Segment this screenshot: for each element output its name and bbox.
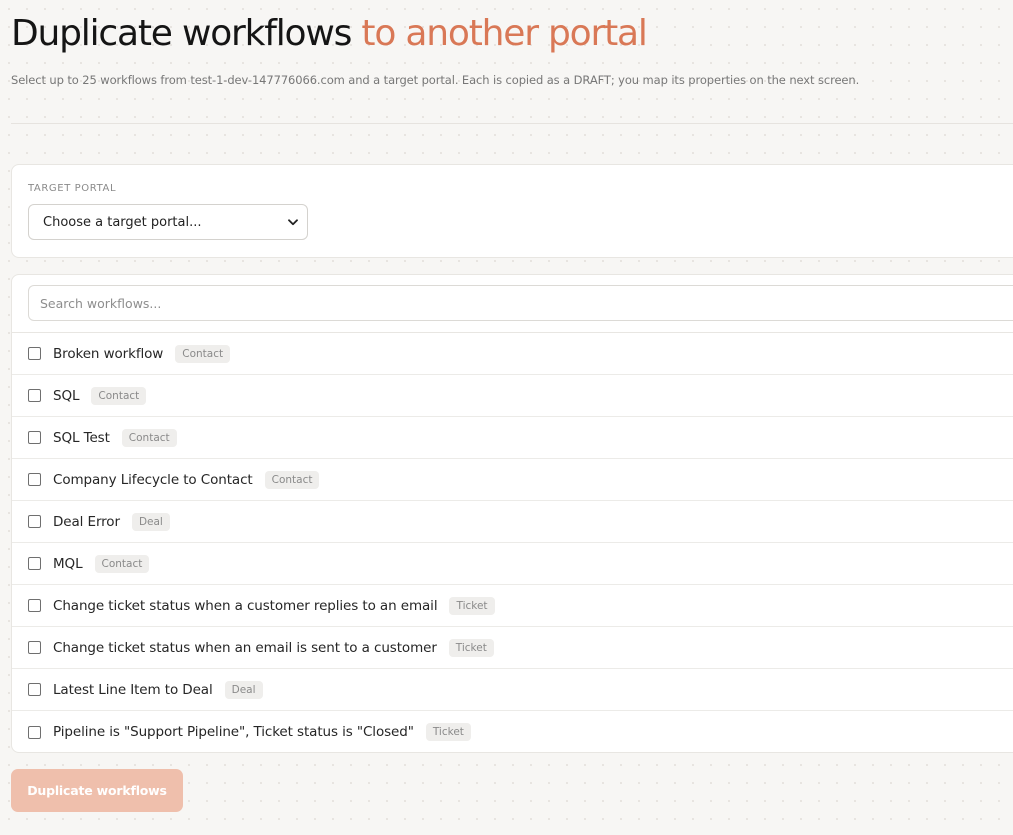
workflow-row[interactable]: MQL Contact — [12, 543, 1013, 585]
workflow-name: Latest Line Item to Deal — [53, 681, 213, 698]
workflow-list: Broken workflow Contact SQL Contact SQL Test… — [12, 333, 1013, 752]
page-title: Duplicate workflows to another portal — [11, 12, 648, 56]
target-portal-card: TARGET PORTAL Choose a target portal... — [11, 164, 1013, 258]
search-workflows-input[interactable] — [28, 285, 1013, 321]
workflow-name: SQL — [53, 387, 80, 404]
object-type-badge: Contact — [121, 428, 177, 447]
workflow-row[interactable]: SQL Contact — [12, 375, 1013, 417]
workflow-checkbox[interactable] — [28, 683, 41, 696]
workflow-checkbox[interactable] — [28, 473, 41, 486]
object-type-badge: Contact — [91, 386, 147, 405]
object-type-badge: Ticket — [448, 638, 494, 657]
object-type-badge: Contact — [94, 554, 150, 573]
workflow-row[interactable]: Latest Line Item to Deal Deal — [12, 669, 1013, 711]
workflow-checkbox[interactable] — [28, 347, 41, 360]
workflow-checkbox[interactable] — [28, 557, 41, 570]
workflow-checkbox[interactable] — [28, 515, 41, 528]
workflow-name: Change ticket status when an email is se… — [53, 639, 437, 656]
workflow-row[interactable]: Change ticket status when a customer rep… — [12, 585, 1013, 627]
object-type-badge: Contact — [175, 344, 231, 363]
workflow-checkbox[interactable] — [28, 599, 41, 612]
workflow-checkbox[interactable] — [28, 389, 41, 402]
object-type-badge: Deal — [131, 512, 170, 531]
workflow-name: Company Lifecycle to Contact — [53, 471, 253, 488]
workflow-row[interactable]: Pipeline is "Support Pipeline", Ticket s… — [12, 711, 1013, 752]
object-type-badge: Ticket — [425, 723, 471, 741]
page: Duplicate workflows to another portal Se… — [0, 0, 1013, 835]
title-accent: to another portal — [361, 13, 647, 54]
workflow-row[interactable]: Change ticket status when an email is se… — [12, 627, 1013, 669]
workflow-row[interactable]: Broken workflow Contact — [12, 333, 1013, 375]
workflow-list-card: Broken workflowContactSQLContactSQL Test… — [11, 274, 1013, 753]
workflow-checkbox[interactable] — [28, 431, 41, 444]
target-portal-select[interactable]: Choose a target portal... — [28, 204, 308, 240]
workflow-checkbox[interactable] — [28, 641, 41, 654]
object-type-badge: Contact — [264, 470, 320, 489]
workflow-name: Change ticket status when a customer rep… — [53, 597, 438, 614]
target-portal-select-value: Choose a target portal... — [43, 214, 202, 230]
duplicate-workflows-button[interactable]: Duplicate workflows — [11, 769, 183, 812]
object-type-badge: Ticket — [449, 596, 495, 615]
workflow-name: Deal Error — [53, 513, 120, 530]
target-portal-label: TARGET PORTAL — [28, 183, 117, 194]
workflow-row[interactable]: Company Lifecycle to Contact Contact — [12, 459, 1013, 501]
object-type-badge: Deal — [224, 680, 263, 699]
workflow-checkbox[interactable] — [28, 725, 41, 739]
chevron-down-icon — [287, 216, 299, 228]
page-subtitle: Select up to 25 workflows from test-1-de… — [11, 73, 860, 87]
workflow-name: Pipeline is "Support Pipeline", Ticket s… — [53, 724, 414, 740]
workflow-row[interactable]: Deal Error Deal — [12, 501, 1013, 543]
title-main: Duplicate workflows — [11, 13, 352, 54]
workflow-row[interactable]: SQL Test Contact — [12, 417, 1013, 459]
workflow-name: SQL Test — [53, 429, 110, 446]
header-divider — [11, 123, 1013, 124]
workflow-name: MQL — [53, 555, 83, 572]
workflow-name: Broken workflow — [53, 345, 164, 362]
search-bar — [12, 275, 1013, 333]
